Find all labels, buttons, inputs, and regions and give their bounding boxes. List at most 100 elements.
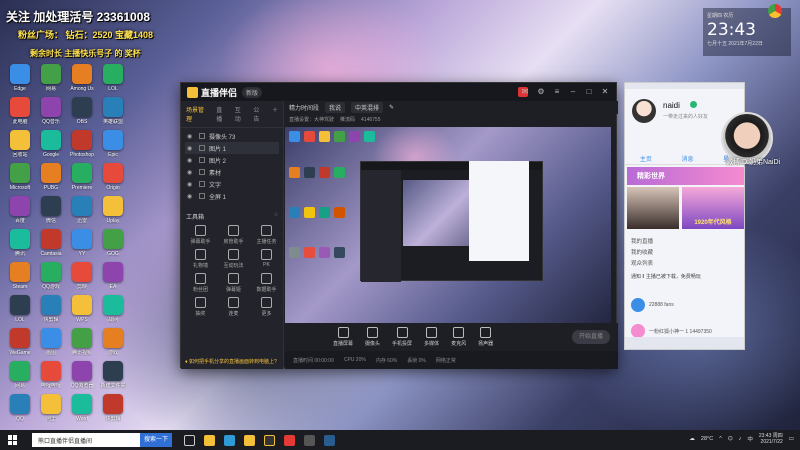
tool-button[interactable]: 抽奖: [185, 297, 216, 317]
ime-icon[interactable]: 中: [747, 435, 753, 443]
tray-clock[interactable]: 23:43 周四 2021/7/22: [759, 433, 783, 445]
bottom-tool-button[interactable]: 手机投屏: [392, 327, 412, 347]
app-icon-a[interactable]: [244, 434, 255, 446]
edit-icon[interactable]: ✎: [389, 104, 394, 111]
desktop-app-icon: [72, 394, 92, 414]
eye-icon[interactable]: ◉: [187, 193, 195, 200]
desktop-app-icon: [10, 361, 30, 381]
add-scene-icon[interactable]: ＋: [272, 105, 278, 123]
status-item: 网络正常: [435, 357, 456, 364]
social-menu-item-2[interactable]: 我的收藏: [631, 248, 653, 259]
steam-icon[interactable]: [324, 434, 335, 446]
app-icon-d[interactable]: [304, 434, 315, 446]
mail-icon[interactable]: ✉: [520, 87, 530, 97]
windows-start-icon[interactable]: [8, 435, 18, 445]
tab-interact[interactable]: 互动: [235, 105, 247, 123]
bottom-tool-button[interactable]: 摄像头: [365, 327, 380, 347]
social-banner[interactable]: 精彩世界: [627, 167, 744, 185]
tab-notice[interactable]: 公告: [253, 105, 265, 123]
tab-scene[interactable]: 场景管理: [186, 105, 209, 123]
close-icon[interactable]: ✕: [600, 87, 610, 97]
chrome-icon[interactable]: [768, 4, 782, 18]
social-tab-home[interactable]: 主页: [640, 154, 652, 163]
social-menu-item-1[interactable]: 我的直播: [631, 237, 653, 248]
scene-item[interactable]: ◉ 全屏 1: [185, 190, 279, 202]
toolbar-field[interactable]: 中英混排: [351, 102, 384, 113]
bottom-tool-icon: [453, 327, 465, 338]
desktop-icon-label: 网易: [14, 383, 25, 389]
feed-text-2: 一粉红狐小神一 1 14497350: [649, 328, 712, 335]
taskview-icon[interactable]: [184, 434, 195, 446]
social-card-photo[interactable]: [627, 187, 679, 229]
taskbar-search[interactable]: 熊口直播伴侣直播间 搜索一下: [32, 433, 172, 447]
network-icon[interactable]: ⌬: [728, 436, 733, 442]
tool-button[interactable]: 主播任务: [251, 225, 282, 245]
tab-live[interactable]: 直播: [216, 105, 228, 123]
tool-button[interactable]: 弹幕姬: [218, 273, 249, 293]
tool-button[interactable]: 粉丝团: [185, 273, 216, 293]
social-bottom-bar: [625, 337, 744, 349]
eye-icon[interactable]: ◉: [187, 133, 195, 140]
social-menu-item-3[interactable]: 观众列表: [631, 259, 653, 270]
toolbox-more-icon[interactable]: ◌: [274, 212, 278, 221]
desktop-app-icon: [10, 64, 30, 84]
desktop-app-icon: [41, 97, 61, 117]
tool-button[interactable]: 礼物墙: [185, 249, 216, 269]
volume-icon[interactable]: ♪: [739, 436, 742, 442]
footer-tip[interactable]: ♦ 如何把手机分享的直播画面转到电脑上?: [185, 358, 277, 365]
tool-button[interactable]: 连麦: [218, 297, 249, 317]
bottom-tool-button[interactable]: 多媒体: [424, 327, 439, 347]
bottom-tool-button[interactable]: 扬声器: [478, 327, 493, 347]
social-avatar[interactable]: [632, 99, 656, 123]
desktop-app-icon: [72, 229, 92, 249]
eye-icon[interactable]: ◉: [187, 169, 195, 176]
scene-item[interactable]: ◉ 图片 1: [185, 142, 279, 154]
desktop-icon-label: Google: [42, 152, 60, 158]
taskbar-search-button[interactable]: 搜索一下: [139, 433, 172, 447]
scene-item[interactable]: ◉ 素材: [185, 166, 279, 178]
toolbar-pill[interactable]: 我说: [325, 102, 346, 113]
social-tab-message[interactable]: 消息: [681, 154, 693, 163]
desktop-icon-label: 快剪辑: [105, 416, 121, 422]
notification-icon[interactable]: ▭: [789, 436, 794, 442]
tray-temperature: 28°C: [700, 436, 714, 442]
tool-button[interactable]: 房管助手: [218, 225, 249, 245]
desktop-icon-label: QQ浏览器: [70, 383, 94, 389]
tool-button[interactable]: PK: [251, 249, 282, 269]
app-icon-c[interactable]: [284, 434, 295, 446]
social-notice[interactable]: 通知 ‖ 主播已被下载，免费畅玩: [631, 273, 741, 280]
eye-icon[interactable]: ◉: [187, 145, 195, 152]
scene-item[interactable]: ◉ 图片 2: [185, 154, 279, 166]
social-feed-item[interactable]: 22888 fans: [631, 293, 741, 317]
edge-icon[interactable]: [224, 434, 235, 446]
eye-icon[interactable]: ◉: [187, 181, 195, 188]
tray-chevron-icon[interactable]: ^: [719, 436, 722, 442]
clock-date: 七月十五 2021年7月22日: [707, 41, 763, 47]
desktop-icon-label: PUBG: [43, 185, 59, 191]
explorer-icon[interactable]: [204, 434, 215, 446]
eye-icon[interactable]: ◉: [187, 157, 195, 164]
settings-icon[interactable]: ⚙: [536, 87, 546, 97]
bottom-tool-button[interactable]: 麦克风: [451, 327, 466, 347]
menu-icon[interactable]: ≡: [552, 87, 562, 97]
tool-button[interactable]: 数据助手: [251, 273, 282, 293]
scene-item[interactable]: ◉ 摄像头 73: [185, 130, 279, 142]
desktop-icon-label: 回收站: [12, 152, 28, 158]
sub-item-1[interactable]: 直播设置：大神驾驶: [289, 116, 334, 123]
social-card-event[interactable]: 1920年代风格: [682, 187, 744, 229]
version-badge[interactable]: 新版: [242, 86, 263, 98]
app-icon-b[interactable]: [264, 434, 275, 446]
start-live-button[interactable]: 开始直播: [572, 330, 610, 344]
desktop-icon[interactable]: 快剪辑: [95, 394, 131, 432]
bottom-tool-icon: [396, 327, 408, 338]
tool-button[interactable]: 互动玩法: [218, 249, 249, 269]
weather-icon[interactable]: ☁: [689, 436, 695, 442]
tool-button[interactable]: 更多: [251, 297, 282, 317]
maximize-icon[interactable]: □: [584, 87, 594, 97]
scene-item[interactable]: ◉ 文字: [185, 178, 279, 190]
tool-label: 主播任务: [256, 239, 277, 245]
stream-preview[interactable]: [285, 127, 611, 323]
minimize-icon[interactable]: –: [568, 87, 578, 97]
bottom-tool-button[interactable]: 直播屏幕: [333, 327, 353, 347]
tool-button[interactable]: 弹幕助手: [185, 225, 216, 245]
